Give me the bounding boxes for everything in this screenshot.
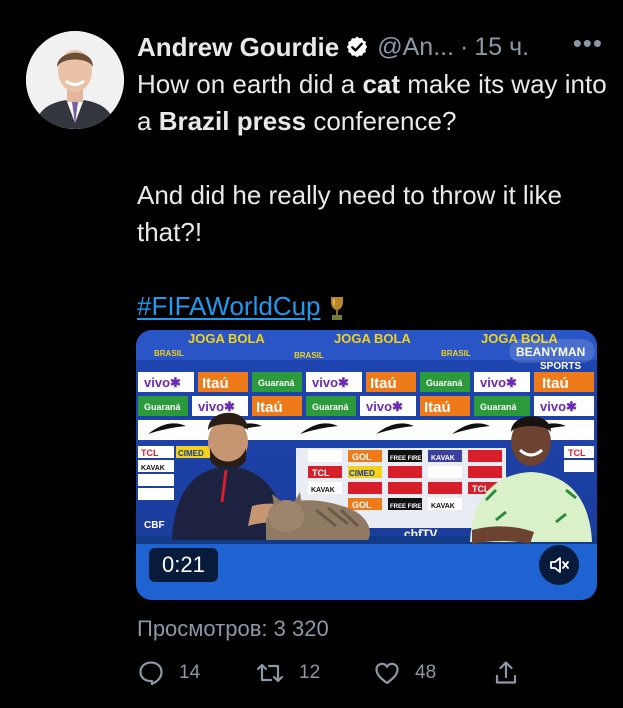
svg-text:Guaraná: Guaraná <box>258 378 296 388</box>
like-button[interactable]: 48 <box>373 656 436 690</box>
verified-badge-icon <box>345 35 369 59</box>
text-span: How on earth did a <box>137 69 363 99</box>
tweet-paragraph-1: How on earth did a cat make its way into… <box>137 66 607 140</box>
svg-text:KAVAK: KAVAK <box>141 465 165 472</box>
svg-text:TCL: TCL <box>312 468 330 478</box>
action-bar: 14 12 48 <box>137 656 517 690</box>
svg-text:BRASIL: BRASIL <box>294 351 324 360</box>
hashtag-link[interactable]: #FIFAWorldCup <box>137 288 321 325</box>
heart-icon <box>375 662 399 685</box>
svg-text:vivo✱: vivo✱ <box>480 375 517 390</box>
svg-text:GOL: GOL <box>352 452 372 462</box>
svg-text:FREE FIRE: FREE FIRE <box>390 504 421 510</box>
svg-text:Itaú: Itaú <box>542 375 569 392</box>
tweet-timestamp[interactable]: 15 ч. <box>474 33 529 62</box>
svg-text:Guaraná: Guaraná <box>480 402 518 412</box>
header-separator: · <box>460 32 469 61</box>
svg-text:vivo✱: vivo✱ <box>540 399 577 414</box>
view-count[interactable]: Просмотров: 3 320 <box>137 616 329 642</box>
svg-text:JOGA BOLA: JOGA BOLA <box>188 331 265 346</box>
svg-text:vivo✱: vivo✱ <box>312 375 349 390</box>
avatar-image <box>26 31 124 129</box>
svg-text:BEANYMAN: BEANYMAN <box>516 345 585 359</box>
svg-text:vivo✱: vivo✱ <box>366 399 403 414</box>
svg-text:Guaraná: Guaraná <box>312 402 350 412</box>
svg-text:CIMED: CIMED <box>349 469 375 478</box>
reply-count: 14 <box>179 662 201 683</box>
text-bold-brazil-press: Brazil press <box>158 106 307 136</box>
svg-text:vivo✱: vivo✱ <box>144 375 181 390</box>
tweet-paragraph-3: #FIFAWorldCup <box>137 288 607 325</box>
author-handle[interactable]: @An... <box>377 33 454 62</box>
avatar[interactable] <box>26 31 124 129</box>
more-options-icon[interactable]: ••• <box>573 30 603 56</box>
mute-button[interactable] <box>539 545 579 585</box>
like-count: 48 <box>415 662 437 683</box>
retweet-count: 12 <box>299 662 321 683</box>
tweet[interactable]: Andrew Gourdie @An... · 15 ч. ••• How on… <box>0 0 623 708</box>
svg-text:KAVAK: KAVAK <box>311 487 335 494</box>
retweet-button[interactable]: 12 <box>255 656 320 690</box>
svg-text:Itaú: Itaú <box>424 399 451 416</box>
svg-text:SPORTS: SPORTS <box>540 361 581 372</box>
share-button[interactable] <box>493 656 519 690</box>
svg-text:Guaraná: Guaraná <box>144 402 182 412</box>
svg-text:Itaú: Itaú <box>202 375 229 392</box>
svg-text:BRASIL: BRASIL <box>154 349 184 358</box>
video-duration: 0:21 <box>149 548 218 582</box>
svg-text:Guaraná: Guaraná <box>426 378 464 388</box>
text-span: conference? <box>306 106 457 136</box>
svg-text:TCL: TCL <box>141 448 159 458</box>
svg-text:KAVAK: KAVAK <box>431 503 455 510</box>
svg-text:Itaú: Itaú <box>370 375 397 392</box>
svg-text:vivo✱: vivo✱ <box>198 399 235 414</box>
text-bold-cat: cat <box>362 69 401 99</box>
tweet-paragraph-2: And did he really need to throw it like … <box>137 180 562 247</box>
svg-text:Itaú: Itaú <box>256 399 283 416</box>
reply-button[interactable]: 14 <box>137 656 200 690</box>
tweet-text: How on earth did a cat make its way into… <box>137 66 607 325</box>
share-icon <box>495 661 517 684</box>
retweet-icon <box>256 663 284 683</box>
svg-text:JOGA BOLA: JOGA BOLA <box>334 331 411 346</box>
svg-text:KAVAK: KAVAK <box>431 455 455 462</box>
trophy-icon <box>329 294 345 320</box>
svg-text:CBF: CBF <box>144 520 165 531</box>
tweet-header: Andrew Gourdie @An... · 15 ч. ••• <box>137 30 603 64</box>
reply-icon <box>139 661 163 686</box>
svg-text:CIMED: CIMED <box>178 449 204 458</box>
volume-muted-icon <box>550 557 569 573</box>
svg-text:GOL: GOL <box>352 500 372 510</box>
svg-text:FREE FIRE: FREE FIRE <box>390 456 421 462</box>
svg-text:TCL: TCL <box>568 448 586 458</box>
author-name[interactable]: Andrew Gourdie <box>137 32 339 63</box>
svg-text:BRASIL: BRASIL <box>441 349 471 358</box>
